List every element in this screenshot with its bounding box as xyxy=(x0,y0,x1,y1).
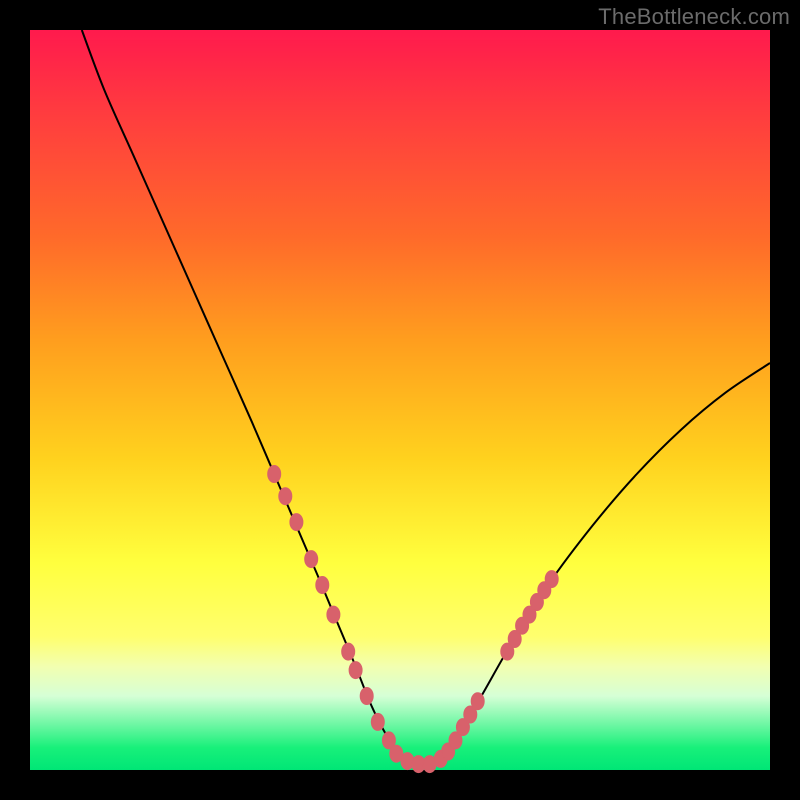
bead-right xyxy=(471,693,484,710)
bead-left xyxy=(305,551,318,568)
plot-area xyxy=(30,30,770,770)
bead-left xyxy=(268,466,281,483)
bead-left xyxy=(279,488,292,505)
bead-left xyxy=(342,643,355,660)
bead-group xyxy=(268,466,559,773)
bead-left xyxy=(290,514,303,531)
watermark-text: TheBottleneck.com xyxy=(598,4,790,30)
chart-frame: TheBottleneck.com xyxy=(0,0,800,800)
bead-left xyxy=(316,577,329,594)
bottleneck-curve xyxy=(82,30,770,768)
bead-right xyxy=(545,571,558,588)
chart-svg xyxy=(30,30,770,770)
bead-left xyxy=(360,688,373,705)
bead-left xyxy=(327,606,340,623)
bead-left xyxy=(349,662,362,679)
bead-left xyxy=(371,713,384,730)
